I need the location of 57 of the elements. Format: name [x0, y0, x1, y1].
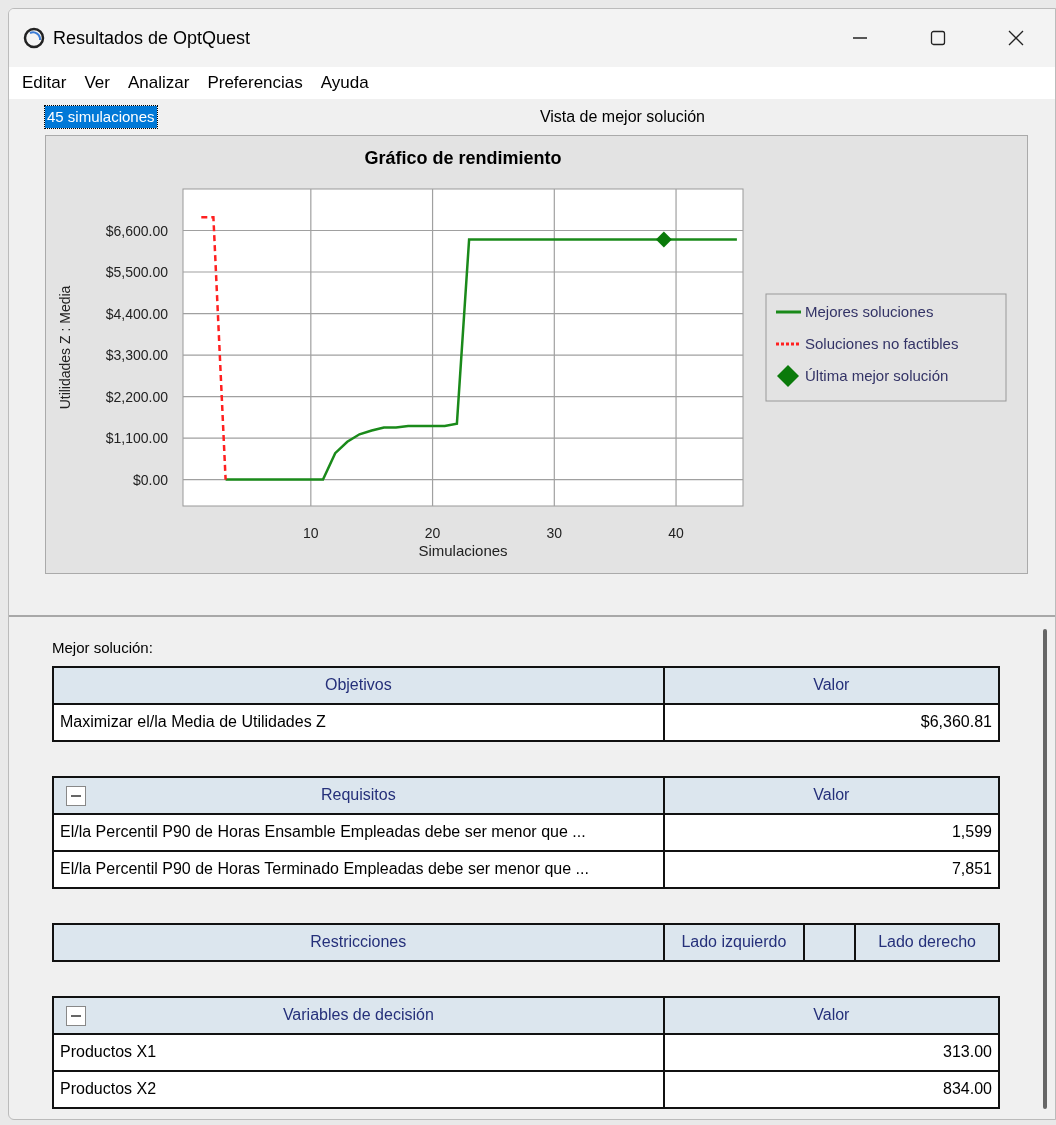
- collapse-icon[interactable]: [66, 1005, 86, 1026]
- legend-label: Soluciones no factibles: [805, 335, 959, 352]
- column-header: Requisitos: [53, 776, 664, 814]
- y-tick-label: $4,400.00: [105, 305, 168, 322]
- legend-line-icon: [776, 310, 801, 314]
- menu-item[interactable]: Preferencias: [198, 70, 312, 96]
- column-header: Objetivos: [53, 666, 664, 704]
- app-logo-icon: [23, 27, 45, 49]
- table-cell: Maximizar el/la Media de Utilidades Z: [53, 703, 664, 741]
- header-cell: [804, 923, 856, 961]
- best-solution-marker: [655, 231, 672, 248]
- x-tick-label: 40: [668, 525, 684, 541]
- y-tick-label: $1,100.00: [105, 430, 168, 447]
- table-cell: $6,360.81: [663, 703, 999, 741]
- y-tick-label: $2,200.00: [105, 388, 168, 405]
- y-tick-label: $5,500.00: [105, 264, 168, 280]
- view-title: Vista de mejor solución: [539, 107, 705, 127]
- column-header: Lado izquierdo: [663, 923, 805, 961]
- legend-label: Última mejor solución: [805, 367, 949, 384]
- table-cell: El/la Percentil P90 de Horas Terminado Empleadas debe ser menor que ...: [53, 850, 664, 888]
- menu-item[interactable]: Ver: [75, 70, 119, 96]
- legend-line-icon: [776, 342, 801, 346]
- table-cell: Productos X1: [53, 1033, 664, 1071]
- simulation-count[interactable]: 45 simulaciones: [45, 105, 157, 129]
- legend-diamond-icon: [777, 365, 799, 387]
- maximize-icon: [930, 30, 946, 46]
- column-header: Lado derecho: [855, 923, 999, 961]
- window-title: Resultados de OptQuest: [53, 26, 251, 50]
- column-header: Valor: [663, 996, 999, 1034]
- chart-title: Gráfico de rendimiento: [364, 148, 562, 168]
- table-cell: Productos X2: [53, 1070, 664, 1108]
- table-cell: 7,851: [663, 850, 999, 888]
- scrollbar[interactable]: [1043, 629, 1047, 1109]
- minimize-icon: [853, 37, 867, 39]
- x-tick-label: 10: [303, 525, 319, 541]
- column-header: Valor: [663, 666, 999, 704]
- table-cell: 834.00: [663, 1070, 999, 1108]
- y-axis-label: Utilidades Z : Media: [57, 285, 73, 410]
- menu-item[interactable]: Analizar: [118, 70, 199, 96]
- section-label: Mejor solución:: [52, 638, 154, 658]
- table-cell: 1,599: [663, 813, 999, 851]
- y-tick-label: $6,600.00: [105, 222, 168, 239]
- close-icon: [1008, 30, 1024, 46]
- column-header: Valor: [663, 776, 999, 814]
- table-cell: 313.00: [663, 1033, 999, 1071]
- collapse-icon[interactable]: [66, 785, 86, 806]
- menu-item[interactable]: Ayuda: [311, 70, 378, 96]
- y-tick-label: $0.00: [132, 471, 168, 488]
- legend-label: Mejores soluciones: [805, 303, 934, 320]
- x-axis-label: Simulaciones: [418, 542, 508, 559]
- column-header: Restricciones: [53, 923, 664, 961]
- y-tick-label: $3,300.00: [105, 347, 168, 364]
- menu-item[interactable]: Editar: [13, 70, 76, 96]
- x-tick-label: 20: [424, 525, 441, 541]
- column-header: Variables de decisión: [53, 996, 664, 1034]
- table-cell: El/la Percentil P90 de Horas Ensamble Empleadas debe ser menor que ...: [53, 813, 664, 851]
- x-tick-label: 30: [546, 525, 563, 541]
